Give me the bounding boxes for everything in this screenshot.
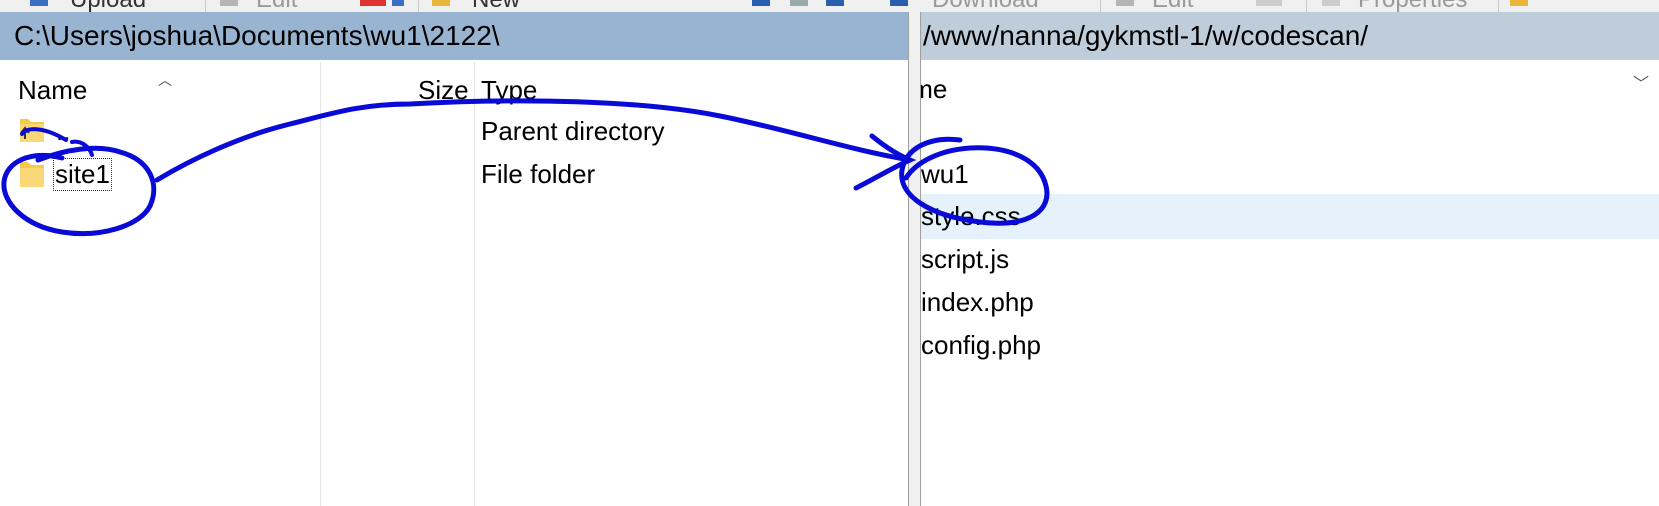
local-row-site1[interactable]: site1 File folder <box>0 152 908 197</box>
remote-file-pane: /www/nanna/gykmstl-1/w/codescan/ Name ﹀ … <box>921 12 1659 506</box>
file-type: Parent directory <box>481 116 665 146</box>
column-header-type[interactable]: Type <box>481 62 537 106</box>
view-list-icon[interactable] <box>790 0 808 6</box>
edit-button-right[interactable]: Edit <box>1152 0 1193 12</box>
remote-row-script-js[interactable]: script.js <box>921 237 1659 282</box>
pane-splitter[interactable] <box>908 12 921 506</box>
properties-button[interactable]: Properties <box>1358 0 1467 12</box>
toolbar: Upload Edit New Download Edit Properties <box>0 0 1659 12</box>
sort-ascending-icon: ︿ <box>158 72 172 88</box>
local-column-header: Name ︿ Size Type <box>0 62 908 106</box>
view-details-icon[interactable] <box>826 0 844 6</box>
toolbar-separator <box>1306 0 1307 12</box>
edit-button-left[interactable]: Edit <box>256 0 297 12</box>
remote-row-style-css[interactable]: style.css <box>921 194 1659 239</box>
splitter-border <box>908 12 909 506</box>
toolbar-separator <box>1498 0 1499 12</box>
delete-icon-right[interactable] <box>1256 0 1282 6</box>
remote-row-index-php[interactable]: index.php <box>921 280 1659 325</box>
view-icon[interactable] <box>752 0 770 6</box>
upload-icon <box>30 0 48 6</box>
column-header-name[interactable]: Name <box>18 62 87 106</box>
file-name: wu1 <box>921 159 969 189</box>
column-dropdown-icon[interactable]: ﹀ <box>1633 70 1649 94</box>
file-name: index.php <box>921 287 1034 317</box>
new-folder-icon-right <box>1510 0 1528 6</box>
file-name: config.php <box>921 330 1041 360</box>
download-icon <box>890 0 908 6</box>
rename-icon[interactable] <box>392 0 404 6</box>
upload-button[interactable]: Upload <box>70 0 146 12</box>
folder-icon <box>20 162 44 187</box>
remote-row-config-php[interactable]: config.php <box>921 323 1659 368</box>
file-name: .. <box>56 116 71 146</box>
delete-icon[interactable] <box>360 0 386 6</box>
file-name: site1 <box>53 158 112 191</box>
toolbar-separator <box>418 0 419 12</box>
column-header-name[interactable]: Name <box>921 74 947 105</box>
new-folder-icon <box>432 0 450 6</box>
toolbar-separator <box>205 0 206 12</box>
edit-icon <box>220 0 238 6</box>
edit-icon-right <box>1116 0 1134 6</box>
column-header-size[interactable]: Size <box>418 62 469 106</box>
local-path-bar[interactable]: C:\Users\joshua\Documents\wu1\2122\ <box>0 12 908 60</box>
file-type: File folder <box>481 159 596 189</box>
remote-path-bar[interactable]: /www/nanna/gykmstl-1/w/codescan/ <box>921 12 1659 60</box>
new-button[interactable]: New <box>472 0 520 12</box>
remote-row-wu1[interactable]: wu1 <box>921 152 1659 197</box>
remote-row-parent[interactable] <box>921 109 1659 154</box>
file-name: style.css <box>921 201 1021 231</box>
toolbar-separator <box>1100 0 1101 12</box>
file-name: script.js <box>921 244 1010 274</box>
local-file-pane: C:\Users\joshua\Documents\wu1\2122\ Name… <box>0 12 908 506</box>
parent-folder-icon <box>20 119 44 142</box>
properties-icon <box>1322 0 1340 6</box>
remote-column-header <box>921 62 1659 106</box>
local-row-parent[interactable]: .. Parent directory <box>0 109 908 154</box>
download-button[interactable]: Download <box>932 0 1039 12</box>
